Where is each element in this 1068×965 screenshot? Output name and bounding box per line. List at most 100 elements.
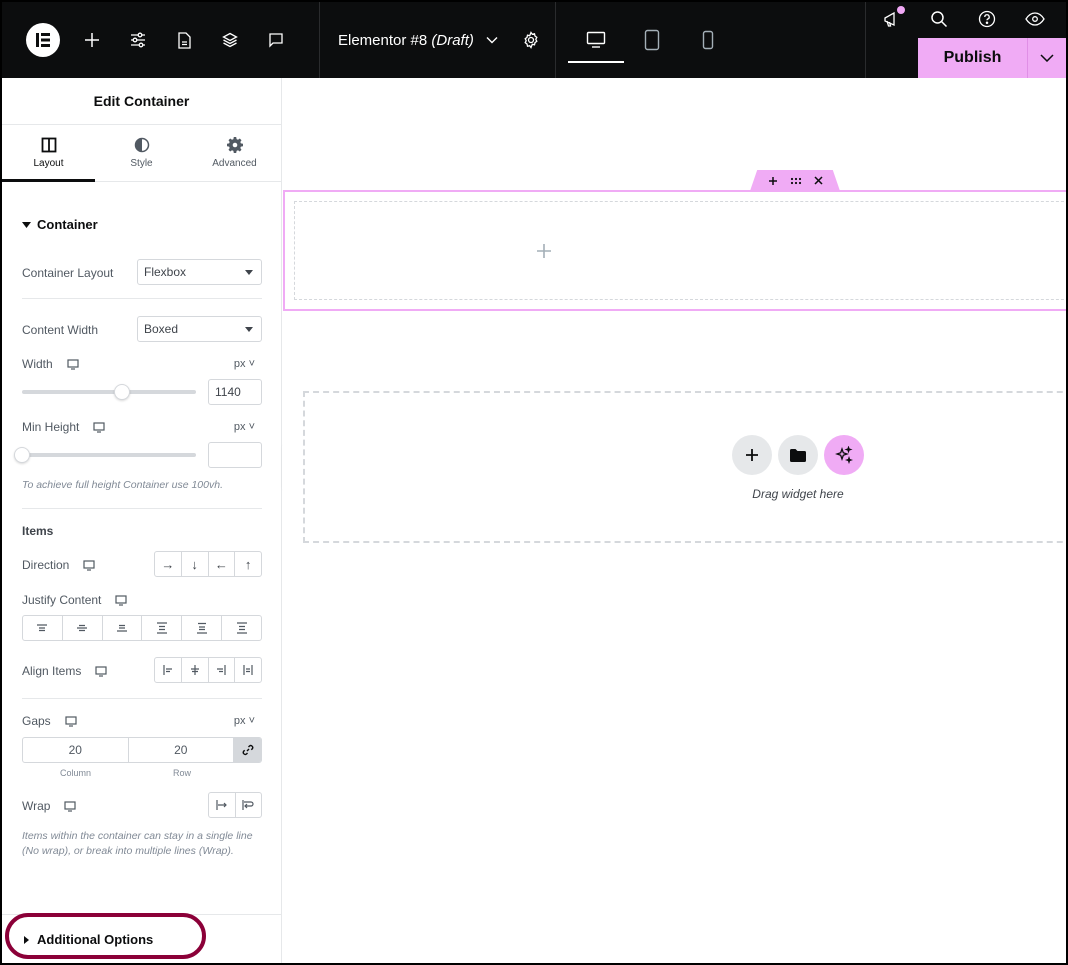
empty-container-dropzone[interactable] [294, 201, 1066, 300]
add-element-icon[interactable] [78, 26, 106, 54]
direction-column-button[interactable]: ↓ [182, 552, 209, 576]
justify-center-button[interactable] [63, 616, 103, 640]
container-layout-select[interactable]: Flexbox [137, 259, 262, 285]
delete-container-icon[interactable] [813, 176, 823, 185]
gaps-unit-select[interactable]: px ˅ [234, 715, 255, 727]
justify-start-button[interactable] [23, 616, 63, 640]
responsive-desktop-icon[interactable] [83, 559, 95, 571]
style-contrast-icon [134, 137, 150, 153]
container-handle [750, 170, 840, 191]
tab-layout[interactable]: Layout [2, 125, 95, 182]
device-mobile[interactable] [680, 26, 736, 54]
align-end-button[interactable] [209, 658, 236, 682]
unit-label: px [233, 358, 246, 370]
add-new-container-button[interactable] [732, 435, 772, 475]
elementor-logo-icon[interactable] [26, 23, 60, 57]
publish-button[interactable]: Publish [918, 38, 1028, 78]
wrap-hint: Items within the container can stay in a… [22, 830, 253, 857]
justify-content-button-group [22, 615, 262, 641]
add-widget-plus-icon[interactable] [536, 243, 551, 258]
publish-options-button[interactable] [1028, 38, 1066, 78]
tab-label: Style [130, 158, 153, 169]
justify-space-evenly-button[interactable] [222, 616, 261, 640]
wrap-button[interactable] [236, 793, 262, 817]
device-tablet[interactable] [624, 26, 680, 54]
gap-column-input[interactable]: 20 [23, 738, 129, 762]
structure-layers-icon[interactable] [216, 26, 244, 54]
link-icon [242, 744, 254, 756]
add-section-buttons [732, 435, 864, 475]
help-icon[interactable] [978, 10, 996, 28]
tab-advanced[interactable]: Advanced [188, 125, 281, 181]
desktop-icon [586, 31, 606, 49]
add-template-button[interactable] [778, 435, 818, 475]
tab-label: Advanced [212, 158, 257, 169]
min-height-input[interactable] [208, 442, 262, 468]
align-center-button[interactable] [182, 658, 209, 682]
link-values-button[interactable] [234, 738, 261, 762]
direction-label: Direction [22, 558, 70, 572]
panel-title: Edit Container [2, 78, 281, 125]
add-section-dropzone[interactable]: Drag widget here [303, 391, 1066, 543]
document-status: (Draft) [431, 31, 474, 49]
content-width-select[interactable]: Boxed [137, 316, 262, 342]
device-desktop[interactable] [568, 26, 624, 63]
width-slider-thumb[interactable] [114, 384, 130, 400]
whats-new-megaphone-icon[interactable] [883, 6, 905, 28]
align-stretch-button[interactable] [235, 658, 261, 682]
responsive-desktop-icon[interactable] [65, 715, 77, 727]
no-wrap-button[interactable] [209, 793, 236, 817]
divider [22, 508, 262, 509]
select-value: Flexbox [144, 265, 187, 279]
min-height-unit-select[interactable]: px ˅ [234, 421, 255, 433]
document-name: Elementor #8 [338, 31, 428, 49]
min-height-slider[interactable] [14, 447, 196, 463]
responsive-desktop-icon[interactable] [115, 594, 127, 606]
min-height-control-label: Min Height [22, 420, 105, 434]
container-layout-label: Container Layout [22, 266, 114, 280]
responsive-desktop-icon[interactable] [93, 421, 105, 433]
annotation-highlight-ring [5, 913, 206, 959]
chevron-down-icon[interactable] [486, 36, 498, 44]
min-height-slider-thumb[interactable] [14, 447, 30, 463]
unit-label: px [233, 421, 246, 433]
document-title[interactable]: Elementor #8 (Draft) [338, 32, 474, 49]
page-icon[interactable] [170, 26, 198, 54]
justify-content-label: Justify Content [22, 593, 102, 607]
responsive-desktop-icon[interactable] [67, 358, 79, 370]
direction-row-reverse-button[interactable]: ← [209, 552, 236, 576]
divider [22, 298, 262, 299]
add-container-icon[interactable] [768, 176, 778, 186]
top-bar: Elementor #8 (Draft) Publish [2, 2, 1066, 78]
page-settings-gear-icon[interactable] [522, 31, 540, 49]
layout-icon [41, 137, 57, 153]
align-start-button[interactable] [155, 658, 182, 682]
section-title: Container [37, 217, 98, 232]
justify-space-between-button[interactable] [142, 616, 183, 640]
responsive-desktop-icon[interactable] [64, 800, 77, 812]
width-unit-select[interactable]: px ˅ [234, 358, 255, 370]
justify-content-control-label: Justify Content [22, 593, 127, 607]
direction-column-reverse-button[interactable]: ↑ [235, 552, 261, 576]
tab-style[interactable]: Style [95, 125, 188, 181]
ai-sparkles-icon [835, 446, 853, 464]
justify-end-button[interactable] [103, 616, 143, 640]
width-input[interactable]: 1140 [208, 379, 262, 405]
direction-row-button[interactable]: → [155, 552, 182, 576]
search-icon[interactable] [930, 10, 948, 28]
drag-handle-icon[interactable] [790, 177, 802, 185]
wrap-button-group [208, 792, 262, 818]
section-container-toggle[interactable]: Container [22, 217, 98, 232]
width-control-label: Width [22, 357, 79, 371]
justify-space-around-button[interactable] [182, 616, 223, 640]
ai-generate-button[interactable] [824, 435, 864, 475]
width-slider[interactable] [22, 384, 196, 400]
gap-row-input[interactable]: 20 [129, 738, 234, 762]
site-settings-icon[interactable] [124, 26, 152, 54]
comments-icon[interactable] [262, 26, 290, 54]
preview-eye-icon[interactable] [1025, 12, 1046, 26]
responsive-desktop-icon[interactable] [95, 665, 107, 677]
selected-container[interactable] [283, 190, 1066, 311]
align-items-control-label: Align Items [22, 664, 107, 678]
gear-icon [226, 137, 243, 153]
